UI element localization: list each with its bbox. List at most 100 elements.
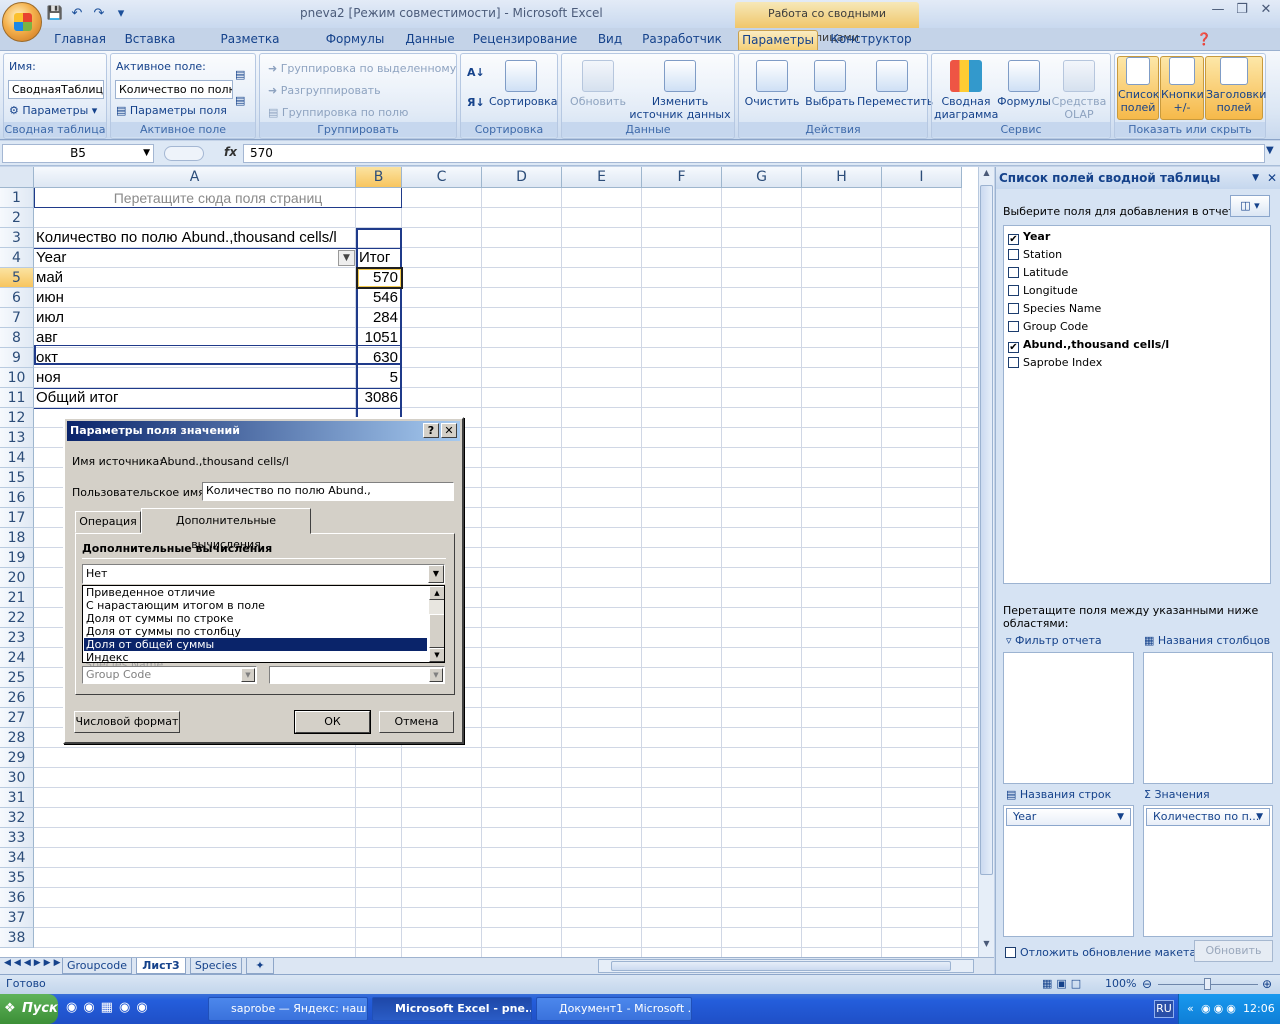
pivot-row-label[interactable]: июн	[36, 288, 336, 308]
columns-drop-zone[interactable]	[1143, 652, 1273, 784]
field-item[interactable]: Latitude	[1008, 264, 1068, 282]
chevron-down-icon[interactable]: ▼	[1117, 809, 1124, 825]
tab-data[interactable]: Данные	[400, 30, 460, 50]
base-field-list[interactable]: Group Code ▼	[82, 666, 257, 684]
formulas-button[interactable]: Формулы	[996, 60, 1052, 108]
row-header[interactable]: 24	[0, 648, 34, 668]
row-header[interactable]: 1	[0, 188, 34, 208]
scroll-down-icon[interactable]: ▼	[429, 648, 444, 662]
zoom-out-icon[interactable]: ⊖	[1142, 977, 1152, 991]
number-format-button[interactable]: Числовой формат	[74, 711, 180, 733]
help-icon[interactable]: ?	[423, 423, 439, 438]
column-header-g[interactable]: G	[722, 167, 802, 188]
start-button[interactable]: ❖ Пуск	[0, 994, 58, 1024]
task-word[interactable]: Документ1 - Microsoft ...	[536, 997, 692, 1021]
row-header[interactable]: 7	[0, 308, 34, 328]
quick-launch-icons[interactable]: ◉◉▦◉◉	[66, 1000, 154, 1015]
field-item[interactable]: ✔ Abund.,thousand cells/l	[1008, 336, 1169, 354]
row-header[interactable]: 17	[0, 508, 34, 528]
column-header-c[interactable]: C	[402, 167, 482, 188]
column-header-f[interactable]: F	[642, 167, 722, 188]
row-header[interactable]: 38	[0, 928, 34, 948]
row-header[interactable]: 23	[0, 628, 34, 648]
chevron-down-icon[interactable]: ▼	[429, 668, 443, 682]
pivot-row-label[interactable]: июл	[36, 308, 336, 328]
pivot-row-label[interactable]: ноя	[36, 368, 336, 388]
field-item[interactable]: Group Code	[1008, 318, 1088, 336]
grand-total-value[interactable]: 3086	[358, 388, 398, 408]
dropdown-item[interactable]: Индекс	[84, 651, 427, 662]
olap-button[interactable]: Средства OLAP	[1050, 60, 1108, 121]
grand-total-label[interactable]: Общий итог	[36, 388, 336, 408]
group-field-button[interactable]: ▤ Группировка по полю	[268, 106, 408, 119]
group-selection-button[interactable]: ➜ Группировка по выделенному	[268, 62, 456, 75]
checkbox-icon[interactable]	[1008, 249, 1019, 260]
move-button[interactable]: Переместить	[857, 60, 933, 108]
pivot-row-label[interactable]: авг	[36, 328, 336, 348]
row-header[interactable]: 33	[0, 828, 34, 848]
column-header-e[interactable]: E	[562, 167, 642, 188]
row-header[interactable]: 25	[0, 668, 34, 688]
row-header[interactable]: 29	[0, 748, 34, 768]
row-header[interactable]: 18	[0, 528, 34, 548]
row-header[interactable]: 11	[0, 388, 34, 408]
expand-field-icon[interactable]: ▤	[235, 68, 245, 81]
tab-page-layout[interactable]: Разметка страницы	[190, 30, 310, 64]
checkbox-icon[interactable]	[1008, 321, 1019, 332]
customize-qat-icon[interactable]: ▾	[112, 6, 130, 22]
row-header[interactable]: 27	[0, 708, 34, 728]
vertical-scrollbar[interactable]: ▲ ▼	[978, 167, 994, 957]
row-header[interactable]: 9	[0, 348, 34, 368]
horizontal-scrollbar[interactable]	[598, 959, 974, 973]
pivot-row-value[interactable]: 546	[358, 288, 398, 308]
layout-switcher-icon[interactable]: ◫ ▾	[1230, 195, 1270, 217]
view-buttons-icon[interactable]: ▦▣□	[1042, 977, 1098, 992]
collapse-field-icon[interactable]: ▤	[235, 94, 245, 107]
field-settings-button[interactable]: ▤ Параметры поля	[116, 104, 227, 117]
refresh-button[interactable]: Обновить	[566, 60, 630, 108]
office-button[interactable]	[2, 2, 42, 42]
dropdown-item[interactable]: Доля от общей суммы	[84, 638, 427, 651]
tab-design[interactable]: Конструктор	[828, 30, 914, 50]
pane-menu-icon[interactable]: ▼	[1252, 167, 1259, 189]
pivot-row-value[interactable]: 5	[358, 368, 398, 388]
row-header[interactable]: 31	[0, 788, 34, 808]
sheet-nav-icons[interactable]: ◀◀◀▶▶▶	[4, 958, 64, 968]
checkbox-icon[interactable]	[1008, 357, 1019, 368]
field-headers-button[interactable]: Заголовки полей	[1205, 56, 1266, 120]
field-item[interactable]: Station	[1008, 246, 1062, 264]
name-box[interactable]: B5 ▼	[2, 144, 154, 163]
tab-insert[interactable]: Вставка	[120, 30, 180, 50]
active-field-input[interactable]: Количество по полю	[115, 80, 233, 99]
pivot-row-value[interactable]: 1051	[358, 328, 398, 348]
dropdown-item[interactable]: Доля от суммы по столбцу	[84, 625, 427, 638]
dropdown-item[interactable]: Доля от суммы по строке	[84, 612, 427, 625]
row-header[interactable]: 22	[0, 608, 34, 628]
select-button[interactable]: Выбрать	[801, 60, 859, 108]
scroll-up-icon[interactable]: ▲	[980, 168, 993, 182]
field-item[interactable]: Saprobe Index	[1008, 354, 1102, 372]
row-header[interactable]: 2	[0, 208, 34, 228]
column-header-a[interactable]: A	[34, 167, 356, 188]
tab-developer[interactable]: Разработчик	[640, 30, 724, 50]
zoom-thumb[interactable]	[1204, 978, 1211, 990]
row-header[interactable]: 5	[0, 268, 34, 288]
page-drop-text[interactable]: Перетащите сюда поля страниц	[34, 188, 402, 208]
expand-formula-icon[interactable]: ▼	[1266, 145, 1274, 156]
pivot-row-value[interactable]: 284	[358, 308, 398, 328]
checkbox-icon[interactable]	[1008, 285, 1019, 296]
row-header[interactable]: 3	[0, 228, 34, 248]
row-header[interactable]: 4	[0, 248, 34, 268]
checkbox-icon[interactable]	[1008, 303, 1019, 314]
tab-view[interactable]: Вид	[590, 30, 630, 50]
task-excel[interactable]: Microsoft Excel - pne...	[372, 997, 532, 1021]
pivot-row-label[interactable]: май	[36, 268, 336, 288]
field-item[interactable]: Longitude	[1008, 282, 1078, 300]
checkbox-icon[interactable]: ✔	[1008, 234, 1019, 245]
field-item[interactable]: Species Name	[1008, 300, 1101, 318]
tab-additional-calc[interactable]: Дополнительные вычисления	[141, 508, 311, 551]
help-icon[interactable]: ❓	[1194, 30, 1214, 50]
close-button[interactable]: ✕	[1254, 2, 1278, 22]
close-icon[interactable]: ✕	[441, 423, 457, 438]
tab-options[interactable]: Параметры	[738, 30, 818, 50]
